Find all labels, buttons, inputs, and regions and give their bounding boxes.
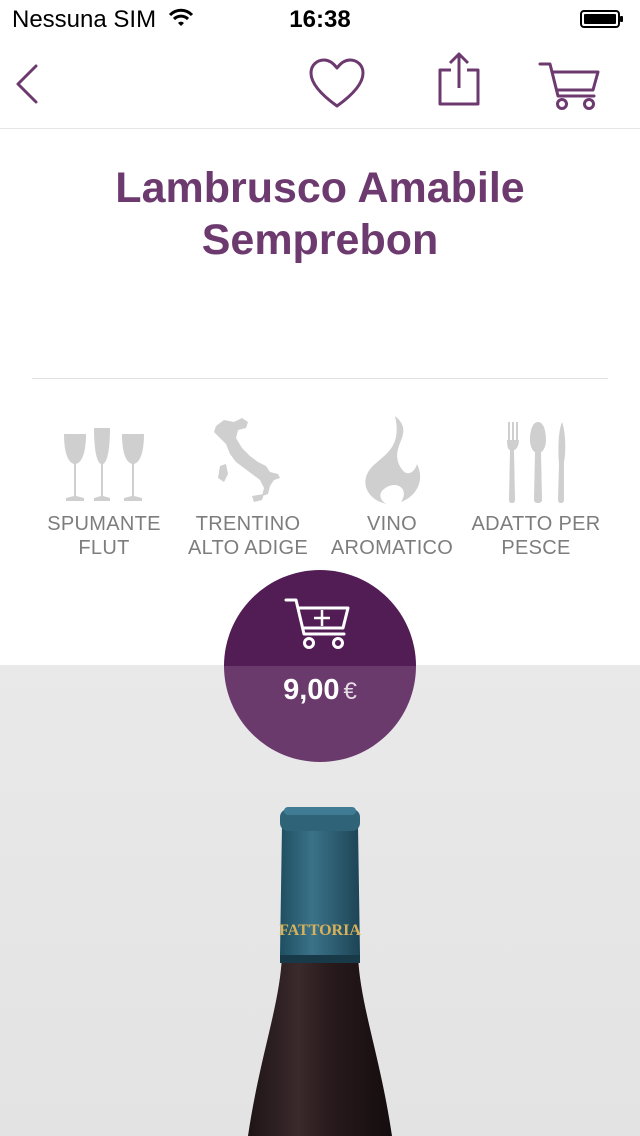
status-bar: Nessuna SIM 16:38 bbox=[0, 0, 640, 40]
add-to-cart-top bbox=[224, 570, 416, 666]
feature-pairing-line2: PESCE bbox=[501, 537, 571, 559]
feature-type-line2: FLUT bbox=[78, 537, 130, 559]
price-amount: 9,00 bbox=[283, 674, 340, 706]
feature-region-line1: TRENTINO bbox=[195, 513, 301, 535]
feature-aroma: VINO AROMATICO bbox=[320, 412, 464, 560]
wine-glasses-icon bbox=[64, 428, 144, 501]
cart-button[interactable] bbox=[536, 58, 606, 114]
cart-add-icon bbox=[284, 598, 350, 649]
add-to-cart-button[interactable]: 9,00 € bbox=[224, 570, 416, 762]
heart-icon bbox=[309, 58, 365, 108]
chevron-left-icon bbox=[16, 64, 38, 104]
status-time: 16:38 bbox=[289, 6, 351, 33]
cart-icon bbox=[538, 62, 600, 110]
aroma-icon bbox=[365, 416, 421, 504]
back-button[interactable] bbox=[10, 60, 50, 110]
cutlery-icon bbox=[507, 422, 566, 503]
price-label: 9,00 € bbox=[224, 674, 416, 707]
feature-list: SPUMANTE FLUT TRENTINO ALTO ADIGE VINO A… bbox=[32, 412, 608, 562]
feature-aroma-line2: AROMATICO bbox=[330, 537, 454, 559]
product-title-line2: Semprebon bbox=[201, 216, 439, 264]
feature-region-line2: ALTO ADIGE bbox=[187, 537, 309, 559]
feature-pairing: ADATTO PER PESCE bbox=[464, 412, 608, 560]
feature-type: SPUMANTE FLUT bbox=[32, 412, 176, 560]
share-icon bbox=[438, 52, 480, 106]
bottle-label-text: FATTORIA bbox=[279, 922, 361, 939]
wine-bottle-image: FATTORIA bbox=[248, 807, 392, 1136]
feature-region: TRENTINO ALTO ADIGE bbox=[176, 412, 320, 560]
product-title: Lambrusco Amabile Semprebon bbox=[0, 162, 640, 266]
price-currency: € bbox=[343, 678, 357, 705]
nav-bar bbox=[0, 40, 640, 129]
product-title-line1: Lambrusco Amabile bbox=[115, 164, 525, 212]
feature-pairing-line1: ADATTO PER bbox=[471, 513, 601, 535]
battery-icon bbox=[580, 10, 623, 28]
share-button[interactable] bbox=[434, 50, 484, 110]
italy-map-icon bbox=[214, 418, 280, 502]
favorite-button[interactable] bbox=[306, 56, 368, 112]
feature-type-line1: SPUMANTE bbox=[47, 513, 161, 535]
feature-aroma-line1: VINO bbox=[366, 513, 418, 535]
section-divider bbox=[32, 378, 608, 379]
